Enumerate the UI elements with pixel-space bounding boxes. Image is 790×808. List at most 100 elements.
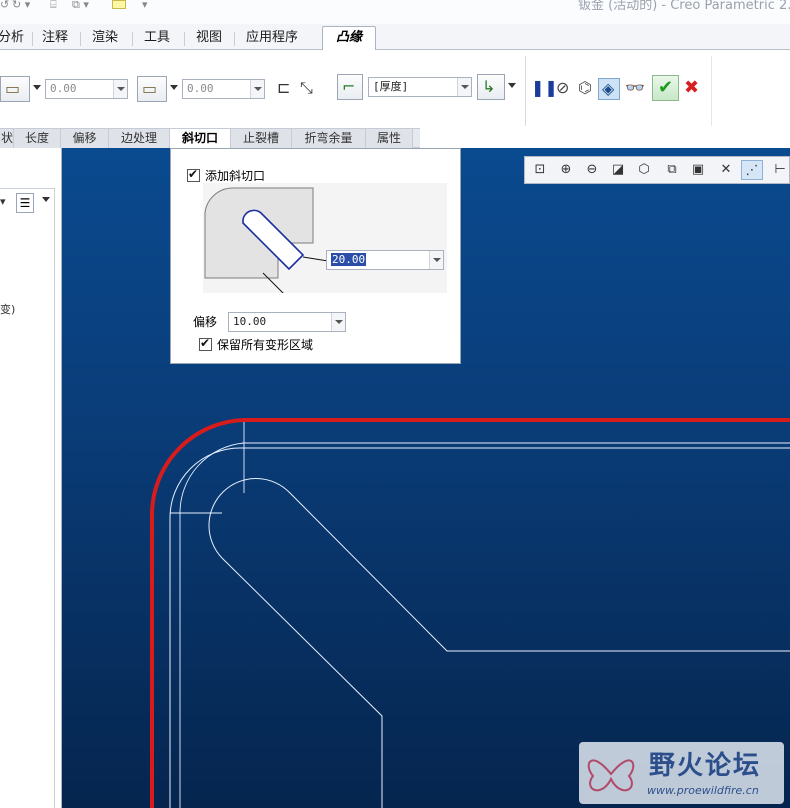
length-type-button-2[interactable]: ▭ bbox=[137, 76, 178, 102]
tab-separator bbox=[132, 32, 133, 46]
folder-icon[interactable] bbox=[112, 0, 126, 9]
chevron-down-icon[interactable] bbox=[429, 251, 443, 269]
chevron-down-icon[interactable] bbox=[250, 80, 264, 98]
subtab-properties[interactable]: 属性 bbox=[366, 129, 413, 148]
subtab-bend-allowance[interactable]: 折弯余量 bbox=[292, 129, 366, 148]
bend-dimension-icon: ↳ bbox=[482, 77, 496, 96]
bend-line-1 bbox=[179, 442, 245, 808]
tab-applications[interactable]: 应用程序 bbox=[244, 28, 300, 50]
length-type-button-1[interactable]: ▭ bbox=[0, 76, 41, 102]
title-bar: ↺ ↻ ▾ ⌸ ⧉ ▾ ▾ 钣金 (活动的) - Creo Parametric… bbox=[0, 0, 790, 24]
datum-display-icon[interactable]: ✕ bbox=[715, 160, 737, 180]
view-toolbar: ⊡ ⊕ ⊖ ◪ ⬡ ⧉ ▣ ✕ ⋰ ⊢ bbox=[524, 156, 790, 184]
chevron-down-icon bbox=[508, 83, 516, 88]
tab-render[interactable]: 渲染 bbox=[90, 28, 120, 50]
add-miter-checkbox[interactable] bbox=[187, 167, 200, 182]
dashboard-tab-bar: 状 长度 偏移 边处理 斜切口 止裂槽 折弯余量 属性 bbox=[0, 128, 420, 150]
miter-width-text: 20.00 bbox=[331, 253, 367, 266]
tab-separator bbox=[32, 32, 33, 46]
cancel-button[interactable]: ✖ bbox=[684, 78, 699, 98]
flip-direction-icon[interactable]: ⤡ bbox=[300, 78, 313, 98]
model-tree-panel: ▾ ☰ 变) bbox=[0, 148, 62, 808]
flange-ribbon: ▭ 0.00 ▭ 0.00 ⊏ ⤡ ⌐ [厚度] ↳ ❚❚ ⊘ ⌬ ◈ 👓 ✔ … bbox=[0, 50, 790, 128]
subtab-miter-cuts[interactable]: 斜切口 bbox=[170, 129, 231, 150]
customize-quick-access-icon[interactable]: ▾ bbox=[142, 0, 148, 10]
chevron-down-icon[interactable] bbox=[457, 78, 471, 96]
keep-deform-label: 保留所有变形区域 bbox=[217, 338, 314, 352]
saved-views-icon[interactable]: ⧉ bbox=[661, 160, 683, 180]
tab-view[interactable]: 视图 bbox=[194, 28, 224, 50]
tab-separator bbox=[80, 32, 81, 46]
tab-annotate[interactable]: 注释 bbox=[40, 28, 70, 50]
length-value-text-1: 0.00 bbox=[50, 82, 77, 95]
redo-icon[interactable]: ↻ ▾ bbox=[12, 0, 30, 10]
keep-deform-checkbox[interactable] bbox=[199, 336, 212, 351]
ribbon-tab-bar: 分析 注释 渲染 工具 视图 应用程序 凸缘 bbox=[0, 24, 790, 51]
no-preview-icon[interactable]: ⊘ bbox=[556, 78, 569, 98]
ok-button[interactable]: ✔ bbox=[652, 75, 679, 101]
offset-field[interactable]: 10.00 bbox=[228, 312, 346, 332]
watermark-title: 野火论坛 bbox=[649, 751, 762, 781]
point-display-icon[interactable]: ⋰ bbox=[741, 160, 763, 180]
tab-separator bbox=[184, 32, 185, 46]
subtab-length[interactable]: 长度 bbox=[14, 129, 61, 148]
tab-separator bbox=[234, 32, 235, 46]
length-value-text-2: 0.00 bbox=[187, 82, 214, 95]
tree-item-fragment[interactable]: 变) bbox=[0, 301, 15, 317]
model-tree[interactable]: 变) bbox=[0, 188, 55, 808]
miter-cuts-panel: 添加斜切口 20.00 偏移 10.00 保留所有变形区域 bbox=[170, 148, 461, 364]
window-title: 钣金 (活动的) - Creo Parametric 2. bbox=[578, 0, 790, 13]
profile-icon[interactable]: ⊏ bbox=[277, 78, 290, 98]
tab-flange[interactable]: 凸缘 bbox=[322, 26, 376, 51]
pause-icon[interactable]: ❚❚ bbox=[531, 78, 558, 98]
attached-preview-icon[interactable]: ⌬ bbox=[578, 78, 592, 98]
undo-icon[interactable]: ↺ bbox=[0, 0, 9, 10]
miter-diagram: 20.00 bbox=[203, 183, 447, 302]
length-value-field-1[interactable]: 0.00 bbox=[45, 79, 128, 99]
bend-radius-dropdown[interactable]: [厚度] bbox=[368, 77, 472, 97]
tab-analysis[interactable]: 分析 bbox=[0, 28, 26, 50]
csys-display-icon[interactable]: ⊢ bbox=[769, 160, 790, 180]
material-side-button[interactable]: ⌐ bbox=[337, 74, 363, 100]
chevron-down-icon[interactable] bbox=[113, 80, 127, 98]
subtab-edge-treatment[interactable]: 边处理 bbox=[109, 129, 170, 148]
repaint-icon[interactable]: ◪ bbox=[607, 160, 629, 180]
chevron-down-icon[interactable] bbox=[331, 313, 345, 331]
refit-icon[interactable]: ⊡ bbox=[529, 160, 551, 180]
bend-side-icon: ⌐ bbox=[342, 77, 356, 96]
miter-diagram-leader bbox=[302, 256, 329, 262]
length-type-icon: ▭ bbox=[5, 79, 21, 98]
subtab-shape[interactable]: 状 bbox=[0, 129, 14, 148]
bend-dimension-button[interactable]: ↳ bbox=[477, 74, 516, 100]
offset-label: 偏移 bbox=[193, 315, 218, 329]
miter-cut-edge-lower bbox=[221, 557, 383, 808]
bend-radius-text: [厚度] bbox=[373, 80, 409, 93]
regenerate-icon[interactable]: ⌸ bbox=[50, 0, 57, 10]
ribbon-divider bbox=[711, 56, 712, 126]
chevron-down-icon bbox=[170, 85, 178, 90]
chevron-down-icon bbox=[33, 85, 41, 90]
zoom-in-icon[interactable]: ⊕ bbox=[555, 160, 577, 180]
glasses-icon[interactable]: 👓 bbox=[625, 78, 645, 98]
miter-diagram-graphic bbox=[204, 187, 329, 302]
ribbon-divider bbox=[525, 56, 526, 126]
length-type-icon: ▭ bbox=[142, 79, 158, 98]
zoom-out-icon[interactable]: ⊖ bbox=[581, 160, 603, 180]
miter-width-field[interactable]: 20.00 bbox=[326, 250, 444, 270]
verify-preview-button[interactable]: ◈ bbox=[598, 78, 620, 100]
windows-icon[interactable]: ⧉ ▾ bbox=[72, 0, 89, 10]
watermark-url: www.proewildfire.cn bbox=[647, 784, 759, 797]
subtab-offset[interactable]: 偏移 bbox=[61, 129, 109, 148]
offset-value-text: 10.00 bbox=[233, 315, 267, 328]
miter-cut-edge-upper bbox=[208, 477, 790, 652]
display-style-icon[interactable]: ⬡ bbox=[633, 160, 655, 180]
add-miter-label: 添加斜切口 bbox=[205, 169, 266, 183]
verify-preview-icon: ◈ bbox=[602, 79, 615, 98]
length-value-field-2[interactable]: 0.00 bbox=[182, 79, 265, 99]
view-manager-icon[interactable]: ▣ bbox=[687, 160, 709, 180]
forum-watermark: 野火论坛 www.proewildfire.cn bbox=[579, 742, 784, 804]
butterfly-logo-icon bbox=[587, 759, 635, 792]
tab-tools[interactable]: 工具 bbox=[142, 28, 172, 50]
subtab-relief[interactable]: 止裂槽 bbox=[231, 129, 292, 148]
checkmark-icon: ✔ bbox=[658, 77, 674, 98]
